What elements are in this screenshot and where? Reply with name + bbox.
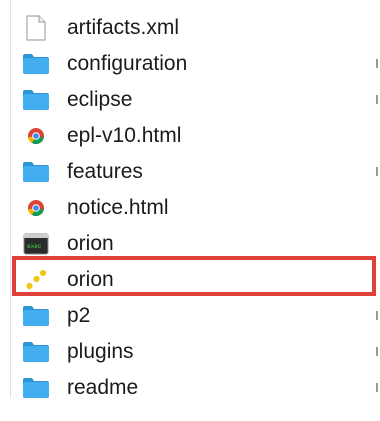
window-left-edge xyxy=(10,0,11,398)
column-edge-mark xyxy=(376,59,378,68)
folder-icon xyxy=(22,338,50,366)
folder-icon xyxy=(22,302,50,330)
terminal-executable-icon: exec xyxy=(22,230,50,258)
folder-icon xyxy=(22,86,50,114)
chrome-html-icon xyxy=(22,194,50,222)
file-row-configuration[interactable]: configuration xyxy=(22,46,378,82)
column-edge-mark xyxy=(376,383,378,392)
file-name: configuration xyxy=(67,52,188,75)
file-row-artifacts-xml[interactable]: artifacts.xml xyxy=(22,10,372,46)
file-list: artifacts.xml configuration eclipse epl-… xyxy=(22,10,378,406)
file-name: artifacts.xml xyxy=(67,16,180,39)
column-edge-mark xyxy=(376,167,378,176)
file-name: epl-v10.html xyxy=(67,124,182,147)
file-name: readme xyxy=(67,376,139,399)
file-name: orion xyxy=(67,232,114,255)
file-name: eclipse xyxy=(67,88,133,111)
file-name: plugins xyxy=(67,340,134,363)
file-row-orion-app[interactable]: orion xyxy=(22,262,372,298)
folder-icon xyxy=(22,374,50,402)
file-name: notice.html xyxy=(67,196,169,219)
chrome-html-icon xyxy=(22,122,50,150)
folder-icon xyxy=(22,50,50,78)
file-name: features xyxy=(67,160,143,183)
file-name: orion xyxy=(67,268,114,291)
column-edge-mark xyxy=(376,95,378,104)
document-icon xyxy=(22,14,50,42)
folder-icon xyxy=(22,158,50,186)
file-row-notice-html[interactable]: notice.html xyxy=(22,190,372,226)
column-edge-mark xyxy=(376,311,378,320)
column-edge-mark xyxy=(376,347,378,356)
orion-app-icon xyxy=(22,266,50,294)
svg-text:exec: exec xyxy=(27,243,42,250)
file-row-epl-v10-html[interactable]: epl-v10.html xyxy=(22,118,372,154)
file-name: p2 xyxy=(67,304,91,327)
file-row-p2[interactable]: p2 xyxy=(22,298,378,334)
file-row-features[interactable]: features xyxy=(22,154,378,190)
file-row-readme[interactable]: readme xyxy=(22,370,378,406)
file-row-plugins[interactable]: plugins xyxy=(22,334,378,370)
file-row-orion-executable[interactable]: exec orion xyxy=(22,226,372,262)
file-row-eclipse[interactable]: eclipse xyxy=(22,82,378,118)
